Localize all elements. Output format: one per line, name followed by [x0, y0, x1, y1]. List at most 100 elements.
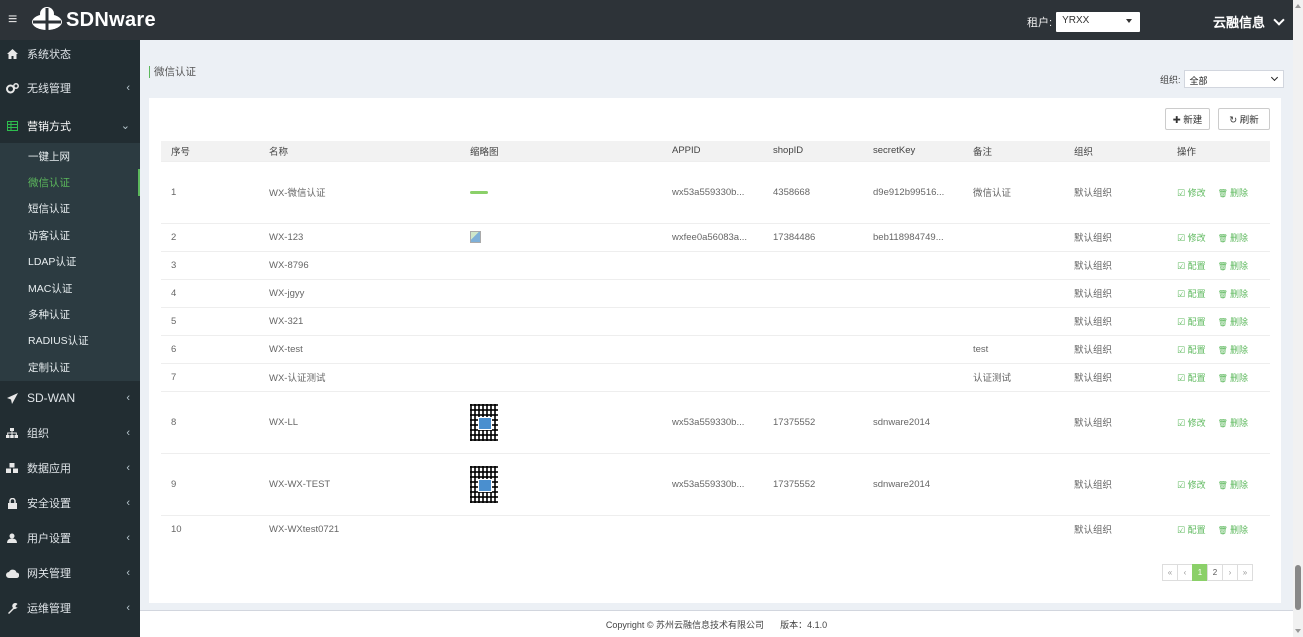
row-org: 默认组织	[1064, 278, 1167, 307]
submenu-item-multi-auth[interactable]: 多种认证	[0, 301, 140, 327]
column-header[interactable]: secretKey	[863, 141, 963, 161]
table-row: 7 WX-认证测试 认证测试 默认组织 ☑ 配置 🗑 删除	[161, 362, 1270, 391]
cloud-icon	[5, 569, 19, 578]
sidebar-item-data-apps[interactable]: 数据应用 ‹	[0, 451, 140, 486]
trash-icon: 🗑	[1217, 418, 1230, 428]
column-header[interactable]: 序号	[161, 141, 259, 161]
configure-button[interactable]: ☑ 配置	[1177, 525, 1206, 535]
row-appid	[662, 250, 763, 279]
delete-button[interactable]: 🗑 删除	[1218, 289, 1248, 299]
org-filter: 组织: 全部	[1160, 70, 1284, 88]
sidebar-item-gateway[interactable]: 网关管理 ‹	[0, 556, 140, 591]
tenant-select[interactable]: YRXX	[1056, 12, 1141, 32]
submenu-item-one-click[interactable]: 一键上网	[0, 143, 140, 169]
sidebar-item-wireless[interactable]: 无线管理 ‹	[0, 68, 140, 108]
delete-button[interactable]: 🗑 删除	[1218, 188, 1248, 198]
column-header[interactable]: shopID	[763, 141, 863, 161]
sidebar-item-marketing[interactable]: 营销方式 ⌄	[0, 108, 140, 143]
row-shopid	[763, 514, 863, 543]
edit-icon: ☑	[1177, 417, 1188, 428]
delete-button[interactable]: 🗑 删除	[1218, 373, 1248, 383]
column-header[interactable]: APPID	[662, 141, 763, 161]
edit-icon: ☑	[1177, 316, 1188, 327]
row-index: 9	[161, 452, 259, 515]
org-filter-label: 组织:	[1160, 74, 1181, 85]
delete-button[interactable]: 🗑 删除	[1218, 480, 1248, 490]
new-button[interactable]: ✚ 新建	[1165, 108, 1210, 130]
sidebar-item-system-status[interactable]: 系统状态	[0, 40, 140, 68]
delete-button[interactable]: 🗑 删除	[1218, 418, 1248, 428]
row-org: 默认组织	[1064, 362, 1167, 391]
sidebar-item-user-settings[interactable]: 用户设置 ‹	[0, 521, 140, 556]
submenu-item-sms-auth[interactable]: 短信认证	[0, 196, 140, 222]
sidebar-item-ops[interactable]: 运维管理 ‹	[0, 591, 140, 626]
sidebar-item-org[interactable]: 组织 ‹	[0, 416, 140, 451]
row-thumbnail	[460, 306, 662, 335]
first-page-button[interactable]: «	[1162, 564, 1178, 581]
edit-button[interactable]: ☑ 修改	[1177, 480, 1206, 490]
edit-icon: ☑	[1177, 344, 1188, 355]
submenu-item-wechat-auth[interactable]: 微信认证	[0, 169, 140, 196]
delete-button[interactable]: 🗑 删除	[1218, 317, 1248, 327]
scroll-down-arrow-icon[interactable]	[1295, 629, 1301, 633]
configure-button[interactable]: ☑ 配置	[1177, 373, 1206, 383]
refresh-button[interactable]: ↻ 刷新	[1218, 108, 1270, 130]
row-note	[963, 390, 1064, 453]
row-org: 默认组织	[1064, 250, 1167, 279]
column-header[interactable]: 操作	[1167, 141, 1270, 161]
submenu-item-guest-auth[interactable]: 访客认证	[0, 222, 140, 248]
delete-button[interactable]: 🗑 删除	[1218, 233, 1248, 243]
row-name: WX-微信认证	[259, 160, 460, 223]
chevron-left-icon: ‹	[126, 497, 130, 510]
action-label: 删除	[1229, 344, 1248, 355]
row-secretkey	[863, 514, 963, 543]
row-thumbnail	[460, 452, 662, 515]
row-index: 3	[161, 250, 259, 279]
configure-button[interactable]: ☑ 配置	[1177, 261, 1206, 271]
row-index: 2	[161, 222, 259, 251]
row-actions: ☑ 配置 🗑 删除	[1167, 250, 1270, 279]
content-header: 微信认证 组织: 全部	[140, 40, 1293, 98]
column-header[interactable]: 名称	[259, 141, 460, 161]
last-page-button[interactable]: »	[1237, 564, 1253, 581]
scrollbar-thumb[interactable]	[1295, 565, 1301, 610]
submenu-item-mac-auth[interactable]: MAC认证	[0, 275, 140, 301]
row-org: 默认组织	[1064, 514, 1167, 543]
configure-button[interactable]: ☑ 配置	[1177, 289, 1206, 299]
row-appid	[662, 306, 763, 335]
sidebar-item-security[interactable]: 安全设置 ‹	[0, 486, 140, 521]
edit-button[interactable]: ☑ 修改	[1177, 188, 1206, 198]
table-body: 1 WX-微信认证 wx53a559330b... 4358668 d9e912b995…	[161, 160, 1270, 543]
submenu-item-ldap-auth[interactable]: LDAP认证	[0, 249, 140, 275]
delete-button[interactable]: 🗑 删除	[1218, 525, 1248, 535]
column-header[interactable]: 备注	[963, 141, 1064, 161]
row-shopid	[763, 278, 863, 307]
user-menu[interactable]: 云融信息	[1213, 12, 1285, 31]
delete-button[interactable]: 🗑 删除	[1218, 345, 1248, 355]
page-button-1[interactable]: 1	[1192, 564, 1208, 581]
submenu-item-radius-auth[interactable]: RADIUS认证	[0, 328, 140, 354]
page-scrollbar[interactable]	[1293, 0, 1303, 637]
page-button-2[interactable]: 2	[1207, 564, 1223, 581]
scroll-up-arrow-icon[interactable]	[1295, 4, 1301, 8]
submenu-item-custom-auth[interactable]: 定制认证	[0, 354, 140, 380]
configure-button[interactable]: ☑ 配置	[1177, 317, 1206, 327]
configure-button[interactable]: ☑ 配置	[1177, 345, 1206, 355]
org-select[interactable]: 全部	[1183, 70, 1284, 88]
column-header[interactable]: 组织	[1064, 141, 1167, 161]
row-actions: ☑ 配置 🗑 删除	[1167, 362, 1270, 391]
prev-page-button[interactable]: ‹	[1177, 564, 1193, 581]
action-label: 删除	[1229, 187, 1248, 198]
action-label: 修改	[1187, 187, 1206, 198]
next-page-button[interactable]: ›	[1222, 564, 1238, 581]
sidebar-item-sdwan[interactable]: SD-WAN ‹	[0, 381, 140, 416]
page-title: 微信认证	[149, 66, 196, 78]
row-shopid: 4358668	[763, 160, 863, 223]
hamburger-menu-icon[interactable]: ≡	[8, 11, 30, 29]
edit-icon: ☑	[1177, 187, 1188, 198]
chevron-down-icon	[1273, 13, 1285, 26]
edit-button[interactable]: ☑ 修改	[1177, 418, 1206, 428]
delete-button[interactable]: 🗑 删除	[1218, 261, 1248, 271]
edit-button[interactable]: ☑ 修改	[1177, 233, 1206, 243]
column-header[interactable]: 缩略图	[460, 141, 662, 161]
